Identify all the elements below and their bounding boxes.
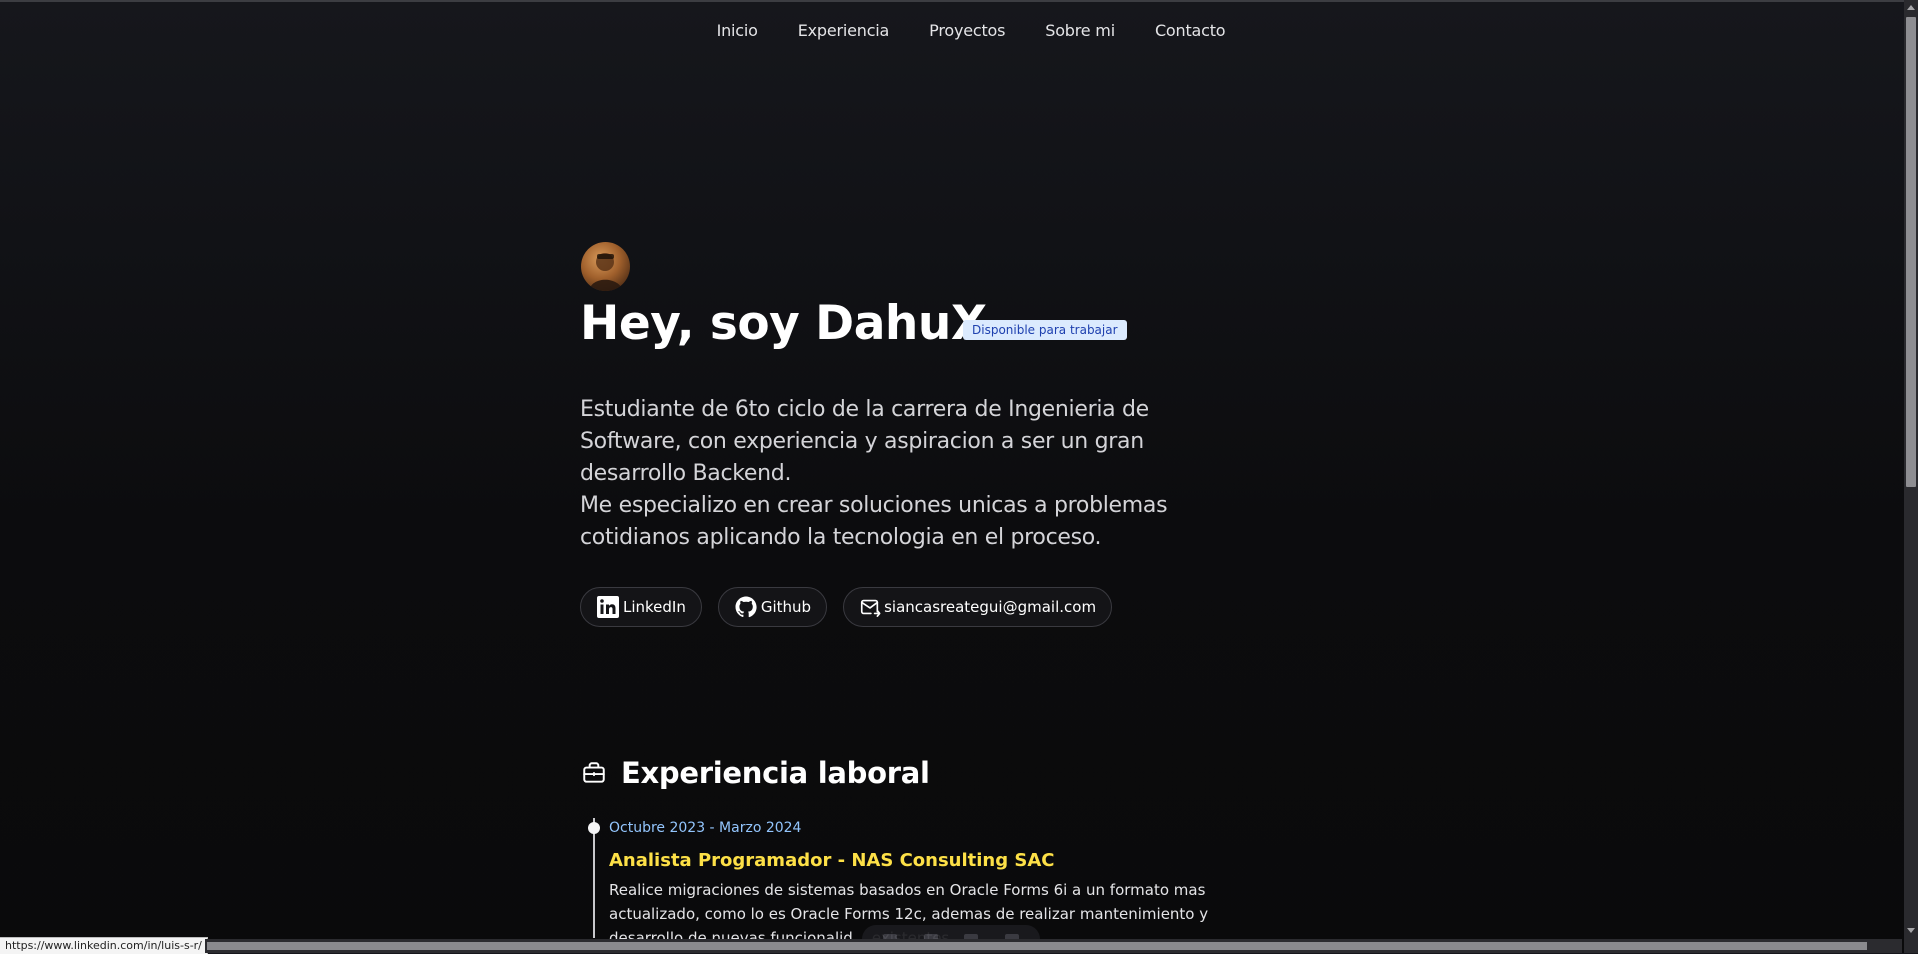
- experience-section-header: Experiencia laboral: [581, 756, 930, 790]
- social-links: LinkedIn Github siancasreategui@gmail.co…: [580, 587, 1113, 627]
- briefcase-icon: [583, 762, 605, 783]
- top-border: [0, 0, 1918, 2]
- github-button[interactable]: Github: [717, 587, 828, 627]
- experience-role: Analista Programador - NAS Consulting SA…: [609, 850, 1055, 871]
- vertical-scrollbar-thumb[interactable]: [1906, 17, 1916, 487]
- availability-badge: Disponible para trabajar: [963, 320, 1127, 340]
- email-button[interactable]: siancasreategui@gmail.com: [843, 587, 1113, 627]
- experience-heading: Experiencia laboral: [621, 756, 930, 790]
- horizontal-scrollbar[interactable]: [205, 939, 1902, 953]
- nav-item-inicio[interactable]: Inicio: [717, 21, 758, 40]
- nav-item-sobre-mi[interactable]: Sobre mi: [1045, 21, 1115, 40]
- nav-item-proyectos[interactable]: Proyectos: [929, 21, 1005, 40]
- intro-paragraph-1: Estudiante de 6to ciclo de la carrera de…: [580, 397, 1149, 486]
- nav-item-experiencia[interactable]: Experiencia: [798, 21, 890, 40]
- scroll-down-icon[interactable]: [1907, 928, 1915, 933]
- intro-text: Estudiante de 6to ciclo de la carrera de…: [580, 394, 1210, 554]
- email-label: siancasreategui@gmail.com: [884, 598, 1097, 616]
- timeline-dot: [588, 822, 600, 834]
- linkedin-label: LinkedIn: [623, 598, 686, 616]
- experience-date: Octubre 2023 - Marzo 2024: [609, 820, 802, 836]
- hero-title: Hey, soy DahuX: [580, 296, 987, 351]
- vertical-scrollbar[interactable]: [1904, 0, 1918, 939]
- github-label: Github: [760, 598, 812, 616]
- status-bar-url: https://www.linkedin.com/in/luis-s-r/: [0, 937, 208, 954]
- horizontal-scrollbar-thumb[interactable]: [207, 942, 1867, 950]
- linkedin-button[interactable]: LinkedIn: [580, 587, 702, 627]
- nav-item-contacto[interactable]: Contacto: [1155, 21, 1226, 40]
- github-icon: [735, 596, 757, 618]
- avatar: [581, 242, 630, 291]
- linkedin-icon: [597, 596, 619, 618]
- mail-icon: [861, 599, 881, 617]
- timeline-line: [593, 818, 595, 938]
- top-navigation: Inicio Experiencia Proyectos Sobre mi Co…: [0, 21, 1904, 40]
- scroll-up-icon[interactable]: [1907, 5, 1915, 10]
- scrollbar-corner: [1904, 939, 1918, 953]
- intro-paragraph-2: Me especializo en crear soluciones unica…: [580, 493, 1168, 550]
